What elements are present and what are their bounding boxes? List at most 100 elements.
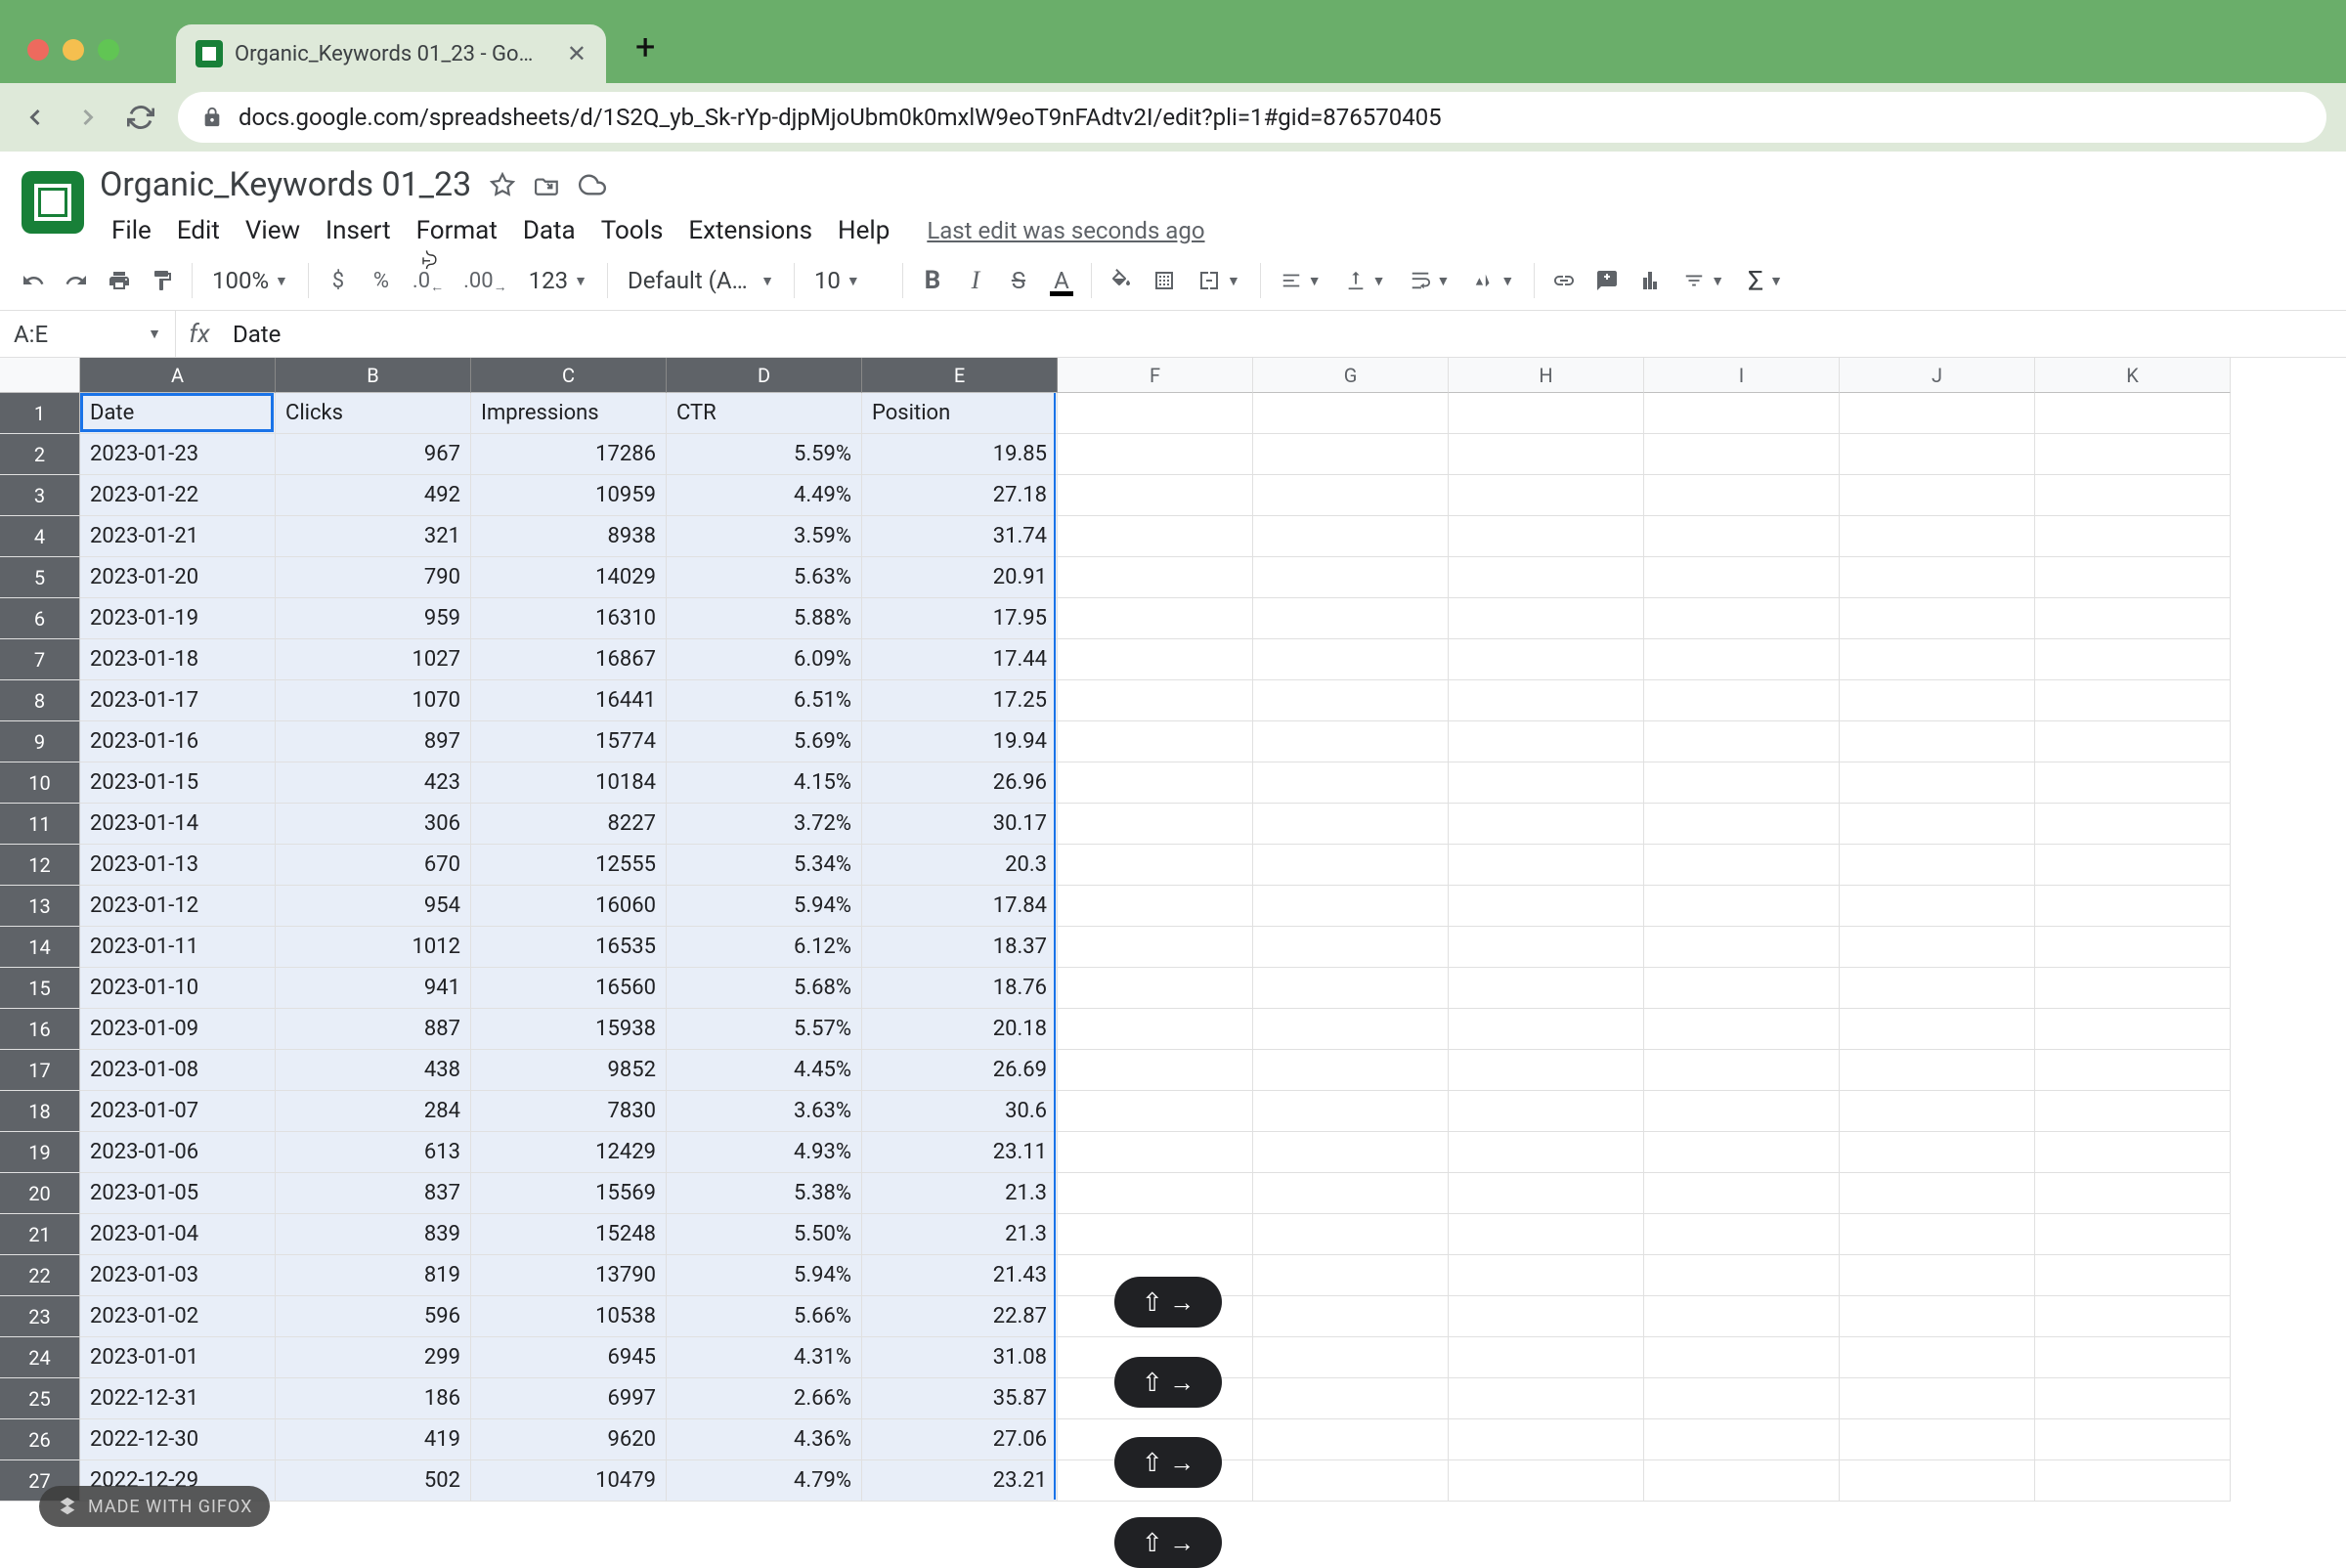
cell[interactable] <box>1644 516 1840 557</box>
close-tab-button[interactable]: ✕ <box>567 40 586 67</box>
cell[interactable] <box>1449 1091 1644 1132</box>
cell[interactable] <box>1840 393 2035 434</box>
cell[interactable]: 14029 <box>471 557 667 598</box>
cell[interactable] <box>1253 804 1449 845</box>
cell[interactable] <box>1840 1296 2035 1337</box>
cell[interactable]: 30.17 <box>862 804 1058 845</box>
cell[interactable] <box>1840 1091 2035 1132</box>
cell[interactable]: 15938 <box>471 1009 667 1050</box>
cell[interactable] <box>1840 762 2035 804</box>
cell[interactable] <box>1449 680 1644 721</box>
undo-button[interactable] <box>14 261 53 300</box>
row-header[interactable]: 23 <box>0 1296 80 1337</box>
cell[interactable] <box>1644 886 1840 927</box>
cell[interactable] <box>1253 1378 1449 1419</box>
cell[interactable]: 790 <box>276 557 471 598</box>
cell[interactable]: 18.37 <box>862 927 1058 968</box>
cell[interactable] <box>1449 1378 1644 1419</box>
cell[interactable] <box>1644 1173 1840 1214</box>
cell[interactable]: 5.94% <box>667 1255 862 1296</box>
column-header[interactable]: C <box>471 358 667 393</box>
cell[interactable]: 6.12% <box>667 927 862 968</box>
cell[interactable]: 6.51% <box>667 680 862 721</box>
menu-view[interactable]: View <box>234 210 312 251</box>
expand-pill[interactable]: ⇧ → <box>1114 1277 1222 1328</box>
cell[interactable]: 5.68% <box>667 968 862 1009</box>
cell[interactable] <box>1449 721 1644 762</box>
cell[interactable]: 1027 <box>276 639 471 680</box>
cell[interactable] <box>1058 475 1253 516</box>
row-header[interactable]: 17 <box>0 1050 80 1091</box>
column-header[interactable]: D <box>667 358 862 393</box>
cell[interactable] <box>1253 1296 1449 1337</box>
cell[interactable] <box>1644 1419 1840 1460</box>
column-header[interactable]: A <box>80 358 276 393</box>
row-header[interactable]: 11 <box>0 804 80 845</box>
font-select[interactable]: Default (Ari…▼ <box>618 261 784 300</box>
cell[interactable]: 27.18 <box>862 475 1058 516</box>
row-header[interactable]: 24 <box>0 1337 80 1378</box>
cell[interactable] <box>1253 680 1449 721</box>
cell[interactable]: 12555 <box>471 845 667 886</box>
cell[interactable]: 16560 <box>471 968 667 1009</box>
new-tab-button[interactable]: + <box>635 26 655 67</box>
cell[interactable]: 2023-01-22 <box>80 475 276 516</box>
cell[interactable] <box>1449 1009 1644 1050</box>
cell[interactable]: 1012 <box>276 927 471 968</box>
cell[interactable] <box>1449 516 1644 557</box>
cell[interactable] <box>1644 968 1840 1009</box>
cell[interactable] <box>1840 1132 2035 1173</box>
cell[interactable]: 10538 <box>471 1296 667 1337</box>
cell[interactable] <box>1449 1173 1644 1214</box>
expand-pill[interactable]: ⇧ → <box>1114 1517 1222 1568</box>
cell[interactable] <box>1644 1296 1840 1337</box>
cell[interactable]: 17.84 <box>862 886 1058 927</box>
forward-button[interactable] <box>72 102 104 133</box>
cell[interactable]: 2023-01-20 <box>80 557 276 598</box>
cell[interactable] <box>2035 1255 2231 1296</box>
cell[interactable]: 23.11 <box>862 1132 1058 1173</box>
cloud-status-icon[interactable] <box>579 171 606 198</box>
cell[interactable] <box>2035 680 2231 721</box>
cell[interactable] <box>2035 1214 2231 1255</box>
select-all-corner[interactable] <box>0 358 80 393</box>
cell[interactable] <box>1058 680 1253 721</box>
cell[interactable] <box>1253 762 1449 804</box>
cell[interactable] <box>1449 475 1644 516</box>
cell[interactable]: 16441 <box>471 680 667 721</box>
row-header[interactable]: 25 <box>0 1378 80 1419</box>
row-header[interactable]: 22 <box>0 1255 80 1296</box>
cell[interactable] <box>1253 721 1449 762</box>
cell[interactable]: 20.3 <box>862 845 1058 886</box>
cell[interactable]: 2023-01-05 <box>80 1173 276 1214</box>
menu-data[interactable]: Data <box>511 210 587 251</box>
row-header[interactable]: 1 <box>0 393 80 434</box>
cell[interactable]: 5.59% <box>667 434 862 475</box>
cell[interactable]: 9620 <box>471 1419 667 1460</box>
cell[interactable] <box>1058 1173 1253 1214</box>
text-rotation-button[interactable]: ▼ <box>1463 261 1524 300</box>
cell[interactable] <box>1644 434 1840 475</box>
cell[interactable]: 22.87 <box>862 1296 1058 1337</box>
minimize-window-button[interactable] <box>63 39 84 61</box>
document-title[interactable]: Organic_Keywords 01_23 <box>100 165 471 204</box>
bold-button[interactable]: B <box>913 261 952 300</box>
row-header[interactable]: 16 <box>0 1009 80 1050</box>
cell[interactable]: 837 <box>276 1173 471 1214</box>
row-header[interactable]: 20 <box>0 1173 80 1214</box>
cell[interactable]: 438 <box>276 1050 471 1091</box>
cell[interactable]: 21.43 <box>862 1255 1058 1296</box>
cell[interactable]: 502 <box>276 1460 471 1502</box>
cell[interactable] <box>1644 721 1840 762</box>
cell[interactable] <box>2035 804 2231 845</box>
cell[interactable] <box>1840 1378 2035 1419</box>
cell[interactable] <box>2035 1296 2231 1337</box>
cell[interactable]: Position <box>862 393 1058 434</box>
cell[interactable] <box>1058 639 1253 680</box>
cell[interactable]: 21.3 <box>862 1173 1058 1214</box>
cell[interactable] <box>1253 1009 1449 1050</box>
cell[interactable]: 10184 <box>471 762 667 804</box>
cell[interactable]: 35.87 <box>862 1378 1058 1419</box>
cell[interactable] <box>1058 434 1253 475</box>
cell[interactable]: 17286 <box>471 434 667 475</box>
